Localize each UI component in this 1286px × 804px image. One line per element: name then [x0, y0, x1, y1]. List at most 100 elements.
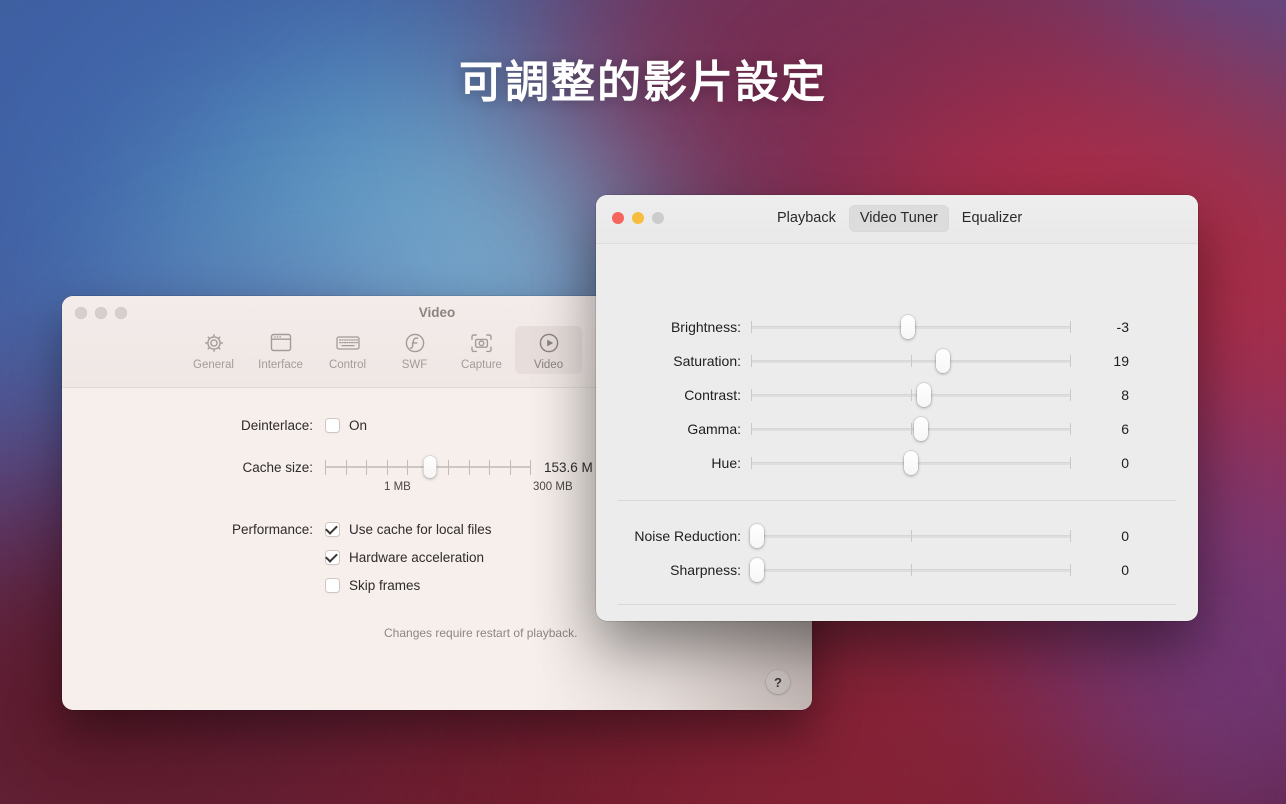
hardware-acceleration-label: Hardware acceleration: [349, 550, 485, 565]
performance-option[interactable]: Use cache for local files: [325, 522, 492, 537]
skip-frames-checkbox[interactable]: [325, 578, 340, 593]
slider-tick-center: [911, 423, 912, 435]
zoom-button[interactable]: [652, 212, 664, 224]
tab-video-tuner[interactable]: Video Tuner: [848, 205, 949, 232]
toolbar-item-label: General: [193, 359, 234, 371]
slider-knob[interactable]: [423, 456, 437, 478]
hue-slider[interactable]: [751, 451, 1071, 475]
toolbar-item-swf[interactable]: SWF: [381, 326, 448, 374]
play-circle-icon: [537, 330, 561, 356]
hue-value: 0: [1121, 455, 1129, 471]
deinterlace-row: Deinterlace: On: [62, 418, 582, 433]
slider-tick-right: [1070, 457, 1071, 469]
minimize-button[interactable]: [632, 212, 644, 224]
video-tuner-titlebar: Playback Video Tuner Equalizer: [596, 195, 1198, 244]
contrast-label: Contrast:: [684, 387, 741, 403]
desktop: 可調整的影片設定 Video General Interface Control…: [0, 0, 1286, 804]
video-tuner-body: Brightness: -3 Saturation: 19 Contrast: …: [596, 244, 1198, 621]
slider-tick: [386, 460, 388, 475]
sharpness-label: Sharpness:: [670, 562, 741, 578]
slider-tick: [325, 460, 326, 475]
contrast-slider[interactable]: [751, 383, 1071, 407]
slider-tick: [468, 460, 470, 475]
cache-size-value: 153.6 M: [544, 459, 593, 475]
sharpness-slider[interactable]: [750, 558, 1071, 582]
brightness-slider[interactable]: [751, 315, 1071, 339]
contrast-row: Contrast: 8: [596, 382, 1198, 408]
toolbar-item-interface[interactable]: Interface: [247, 326, 314, 374]
slider-tick-center: [911, 355, 912, 367]
performance-option[interactable]: Hardware acceleration: [325, 550, 492, 565]
noise-reduction-slider[interactable]: [750, 524, 1071, 548]
brightness-value: -3: [1116, 319, 1129, 335]
deinterlace-checkbox[interactable]: [325, 418, 340, 433]
slider-tick-left: [751, 321, 752, 333]
slider-tick-left: [751, 457, 752, 469]
slider-tick-center: [911, 530, 912, 542]
slider-knob[interactable]: [750, 558, 765, 582]
toolbar-item-label: SWF: [401, 359, 428, 371]
gear-icon: [202, 330, 226, 356]
performance-row: Performance: Use cache for local files H…: [62, 522, 582, 593]
slider-knob[interactable]: [904, 451, 918, 475]
skip-frames-label: Skip frames: [349, 578, 421, 593]
cache-size-slider[interactable]: [325, 456, 531, 478]
cache-size-label: Cache size:: [242, 459, 313, 475]
slider-tick: [489, 460, 490, 475]
gamma-slider[interactable]: [751, 417, 1071, 441]
use-cache-checkbox[interactable]: [325, 522, 340, 537]
brightness-label: Brightness:: [670, 319, 741, 335]
slider-knob[interactable]: [913, 417, 928, 441]
restart-hint: Changes require restart of playback.: [384, 626, 578, 640]
toolbar-item-video[interactable]: Video: [515, 326, 582, 374]
toolbar-item-label: Video: [533, 359, 564, 371]
toolbar-item-general[interactable]: General: [180, 326, 247, 374]
performance-option[interactable]: Skip frames: [325, 578, 492, 593]
cache-min-label: 1 MB: [384, 481, 411, 493]
preferences-tab-strip: General Interface Control SWF Capture Vi…: [180, 326, 649, 374]
page-title: 可調整的影片設定: [459, 58, 827, 107]
slider-tick-left: [751, 389, 752, 401]
divider: [618, 500, 1176, 501]
gamma-value: 6: [1121, 421, 1129, 437]
hardware-acceleration-checkbox[interactable]: [325, 550, 340, 565]
slider-knob[interactable]: [936, 349, 950, 373]
slider-knob[interactable]: [916, 383, 931, 407]
video-tuner-window: Playback Video Tuner Equalizer Brightnes…: [596, 195, 1198, 621]
help-button[interactable]: ?: [766, 670, 790, 694]
saturation-label: Saturation:: [673, 353, 741, 369]
slider-tick: [345, 460, 347, 475]
window-icon: [269, 330, 293, 356]
cache-max-label: 300 MB: [533, 481, 573, 493]
tab-playback[interactable]: Playback: [766, 205, 847, 232]
tab-equalizer[interactable]: Equalizer: [951, 205, 1033, 232]
close-button[interactable]: [612, 212, 624, 224]
gamma-row: Gamma: 6: [596, 416, 1198, 442]
slider-tick-right: [1070, 321, 1071, 333]
slider-tick-right: [1070, 530, 1071, 542]
window-controls: [612, 212, 664, 224]
performance-label: Performance:: [231, 522, 313, 537]
slider-knob[interactable]: [750, 524, 765, 548]
deinterlace-checkbox-label: On: [349, 418, 368, 433]
slider-knob[interactable]: [900, 315, 915, 339]
noise-reduction-row: Noise Reduction: 0: [596, 523, 1198, 549]
saturation-slider[interactable]: [751, 349, 1071, 373]
slider-tick: [407, 460, 408, 475]
toolbar-item-control[interactable]: Control: [314, 326, 381, 374]
slider-tick: [366, 460, 367, 475]
slider-tick-right: [1070, 389, 1071, 401]
slider-tick-center: [911, 564, 912, 576]
slider-tick: [509, 460, 511, 475]
camera-icon: [469, 330, 494, 356]
use-cache-label: Use cache for local files: [349, 522, 492, 537]
slider-tick: [448, 460, 449, 475]
sharpness-row: Sharpness: 0: [596, 557, 1198, 583]
toolbar-item-capture[interactable]: Capture: [448, 326, 515, 374]
flash-f-icon: [403, 330, 427, 356]
keyboard-icon: [335, 330, 361, 356]
slider-tick: [530, 460, 531, 475]
noise-reduction-label: Noise Reduction:: [634, 528, 741, 544]
gamma-label: Gamma:: [687, 421, 741, 437]
slider-tick-center: [911, 389, 912, 401]
